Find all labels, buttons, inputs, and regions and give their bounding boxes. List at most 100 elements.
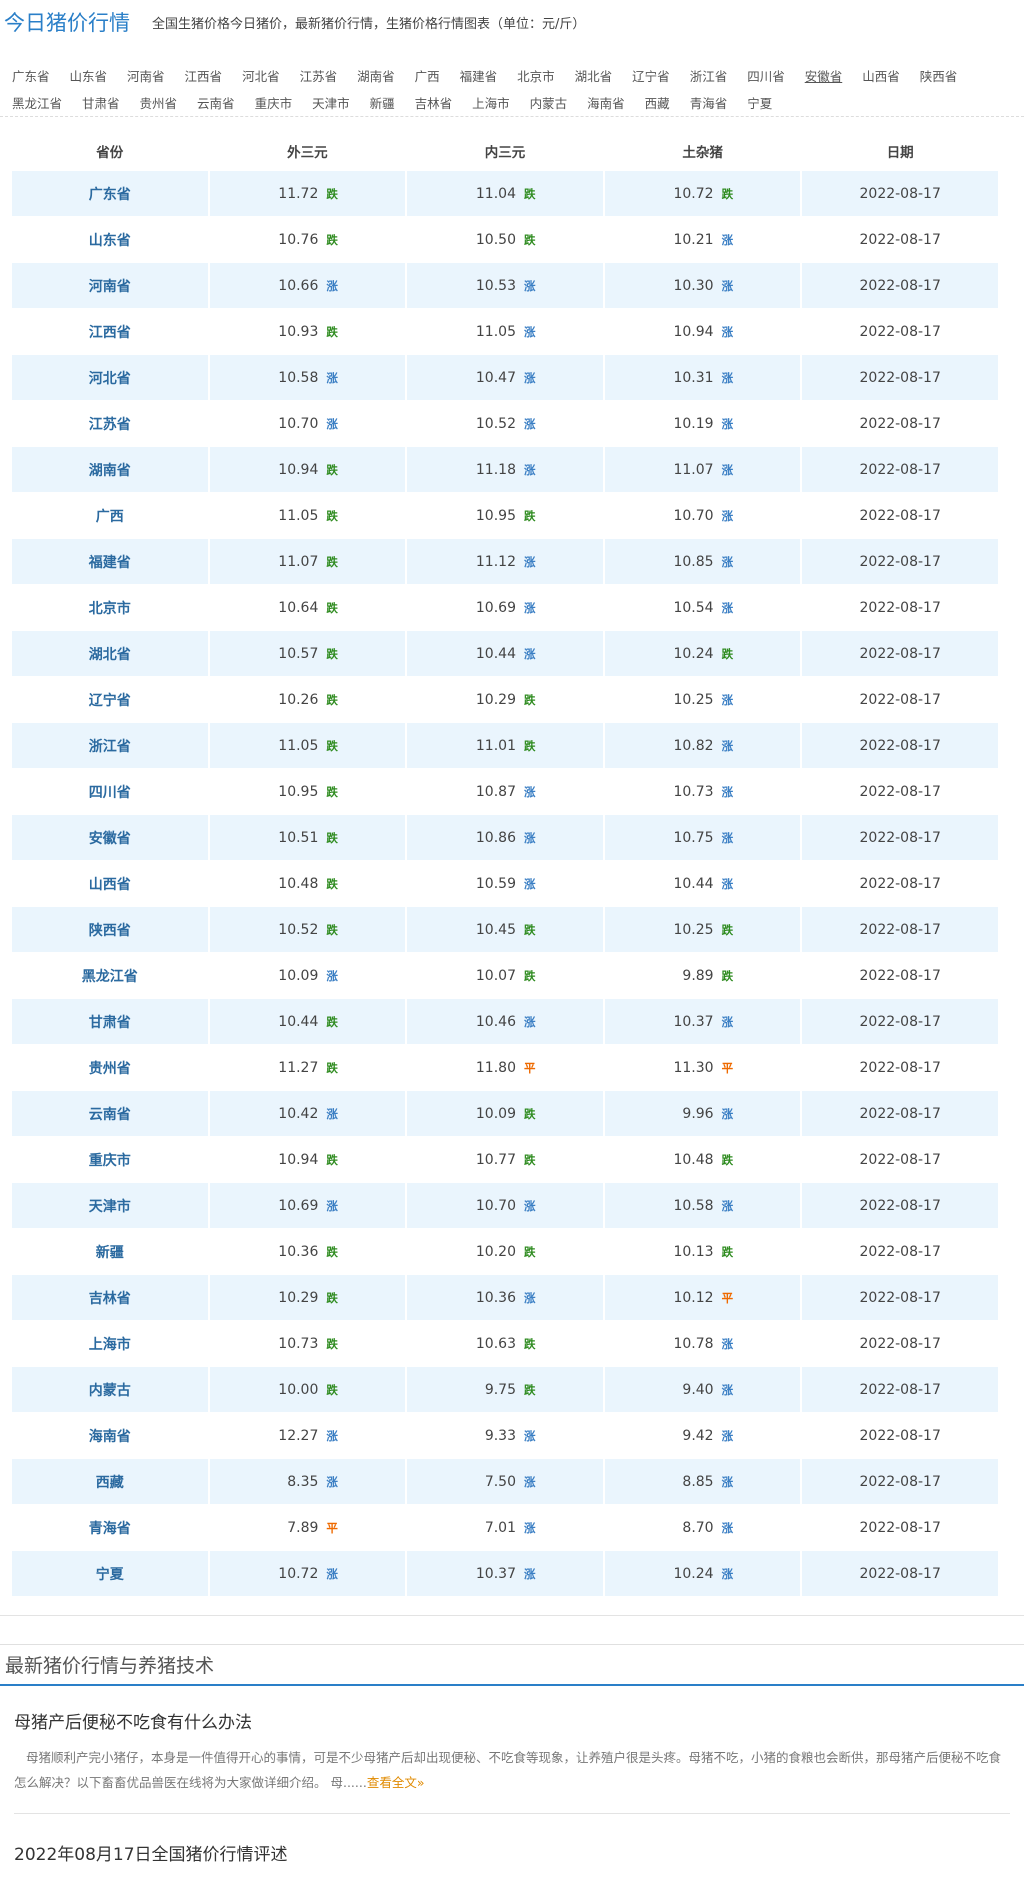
province-cell[interactable]: 上海市 [12, 1321, 208, 1367]
province-cell[interactable]: 天津市 [12, 1183, 208, 1229]
province-cell[interactable]: 江苏省 [12, 401, 208, 447]
header-province: 省份 [96, 145, 124, 161]
waisanyuan-cell: 11.07 跌 [209, 539, 406, 585]
province-link[interactable]: 青海省 [690, 93, 728, 112]
province-cell[interactable]: 重庆市 [12, 1137, 208, 1183]
province-link[interactable]: 甘肃省 [82, 93, 120, 112]
province-link[interactable]: 天津市 [312, 93, 350, 112]
neisanyuan-price: 10.29 [475, 691, 516, 708]
neisanyuan-price: 11.04 [475, 185, 516, 202]
province-link[interactable]: 河北省 [242, 66, 280, 85]
province-cell[interactable]: 浙江省 [12, 723, 208, 769]
tuzazhu-cell: 10.25 跌 [604, 907, 801, 953]
province-link[interactable]: 江西省 [185, 66, 223, 85]
table-row: 福建省 11.07 跌 11.12 涨 10.85 涨 2022-08-17 [12, 539, 998, 585]
province-cell[interactable]: 吉林省 [12, 1275, 208, 1321]
province-link[interactable]: 山西省 [862, 66, 900, 85]
province-link[interactable]: 北京市 [517, 66, 555, 85]
province-link[interactable]: 湖南省 [357, 66, 395, 85]
province-link[interactable]: 福建省 [460, 66, 498, 85]
province-cell[interactable]: 湖北省 [12, 631, 208, 677]
province-cell[interactable]: 山东省 [12, 217, 208, 263]
trend-badge: 涨 [721, 508, 734, 523]
neisanyuan-cell: 9.75 跌 [407, 1367, 603, 1413]
province-link[interactable]: 云南省 [197, 93, 235, 112]
province-link[interactable]: 西藏 [645, 93, 670, 112]
province-cell[interactable]: 青海省 [12, 1505, 208, 1551]
province-link[interactable]: 海南省 [587, 93, 625, 112]
province-cell[interactable]: 宁夏 [12, 1551, 208, 1597]
news-item-title-link[interactable]: 母猪产后便秘不吃食有什么办法 [14, 1708, 1010, 1733]
province-link[interactable]: 上海市 [472, 93, 510, 112]
waisanyuan-price: 10.48 [278, 875, 319, 892]
neisanyuan-cell: 10.53 涨 [407, 263, 603, 309]
province-cell[interactable]: 内蒙古 [12, 1367, 208, 1413]
province-cell[interactable]: 辽宁省 [12, 677, 208, 723]
province-cell[interactable]: 河南省 [12, 263, 208, 309]
neisanyuan-cell: 10.09 跌 [407, 1091, 603, 1137]
province-cell[interactable]: 安徽省 [12, 815, 208, 861]
province-cell[interactable]: 北京市 [12, 585, 208, 631]
province-link[interactable]: 重庆市 [255, 93, 293, 112]
waisanyuan-cell: 10.29 跌 [209, 1275, 406, 1321]
province-link[interactable]: 湖北省 [575, 66, 613, 85]
province-cell[interactable]: 甘肃省 [12, 999, 208, 1045]
province-cell[interactable]: 河北省 [12, 355, 208, 401]
province-cell[interactable]: 西藏 [12, 1459, 208, 1505]
tuzazhu-price: 8.70 [682, 1519, 714, 1536]
neisanyuan-cell: 10.46 涨 [407, 999, 603, 1045]
trend-badge: 涨 [721, 876, 734, 891]
province-cell[interactable]: 云南省 [12, 1091, 208, 1137]
province-link[interactable]: 山东省 [70, 66, 108, 85]
province-link[interactable]: 四川省 [747, 66, 785, 85]
tuzazhu-price: 9.89 [682, 967, 714, 984]
read-more-link[interactable]: 查看全文» [367, 1775, 425, 1790]
province-link[interactable]: 广西 [415, 66, 440, 85]
waisanyuan-price: 10.26 [278, 691, 319, 708]
province-cell[interactable]: 湖南省 [12, 447, 208, 493]
province-cell[interactable]: 海南省 [12, 1413, 208, 1459]
trend-badge: 涨 [523, 416, 536, 431]
province-link[interactable]: 贵州省 [140, 93, 178, 112]
news-item: 母猪产后便秘不吃食有什么办法 母猪顺利产完小猪仔，本身是一件值得开心的事情，可是… [0, 1686, 1024, 1795]
tuzazhu-price: 10.70 [673, 507, 714, 524]
province-cell[interactable]: 陕西省 [12, 907, 208, 953]
province-link[interactable]: 内蒙古 [530, 93, 568, 112]
province-cell[interactable]: 贵州省 [12, 1045, 208, 1091]
province-cell[interactable]: 黑龙江省 [12, 953, 208, 999]
waisanyuan-price: 10.70 [278, 415, 319, 432]
news-item-title-link[interactable]: 2022年08月17日全国猪价行情评述 [14, 1840, 1010, 1865]
province-cell[interactable]: 新疆 [12, 1229, 208, 1275]
province-cell[interactable]: 福建省 [12, 539, 208, 585]
province-link[interactable]: 河南省 [127, 66, 165, 85]
tuzazhu-cell: 9.89 跌 [604, 953, 801, 999]
trend-badge: 涨 [721, 1198, 734, 1213]
neisanyuan-cell: 11.18 涨 [407, 447, 603, 493]
neisanyuan-price: 10.07 [475, 967, 516, 984]
trend-badge: 涨 [721, 1106, 734, 1121]
trend-badge: 跌 [326, 1014, 338, 1029]
neisanyuan-price: 10.52 [475, 415, 516, 432]
province-cell[interactable]: 广东省 [12, 171, 208, 217]
province-link[interactable]: 陕西省 [920, 66, 958, 85]
province-cell[interactable]: 四川省 [12, 769, 208, 815]
tuzazhu-price: 10.72 [673, 185, 714, 202]
province-cell[interactable]: 江西省 [12, 309, 208, 355]
province-link[interactable]: 新疆 [370, 93, 395, 112]
province-cell[interactable]: 广西 [12, 493, 208, 539]
waisanyuan-price: 12.27 [278, 1427, 319, 1444]
tuzazhu-price: 10.12 [673, 1289, 714, 1306]
province-link[interactable]: 浙江省 [690, 66, 728, 85]
province-link[interactable]: 宁夏 [747, 93, 772, 112]
province-link[interactable]: 辽宁省 [632, 66, 670, 85]
waisanyuan-price: 10.58 [278, 369, 319, 386]
province-cell[interactable]: 山西省 [12, 861, 208, 907]
neisanyuan-price: 11.18 [475, 461, 516, 478]
province-link[interactable]: 黑龙江省 [12, 93, 62, 112]
province-link[interactable]: 江苏省 [300, 66, 338, 85]
table-row: 北京市 10.64 跌 10.69 涨 10.54 涨 2022-08-17 [12, 585, 998, 631]
province-link[interactable]: 广东省 [12, 66, 50, 85]
province-link[interactable]: 吉林省 [415, 93, 453, 112]
province-link[interactable]: 安徽省 [805, 66, 843, 85]
trend-badge: 涨 [721, 1474, 734, 1489]
